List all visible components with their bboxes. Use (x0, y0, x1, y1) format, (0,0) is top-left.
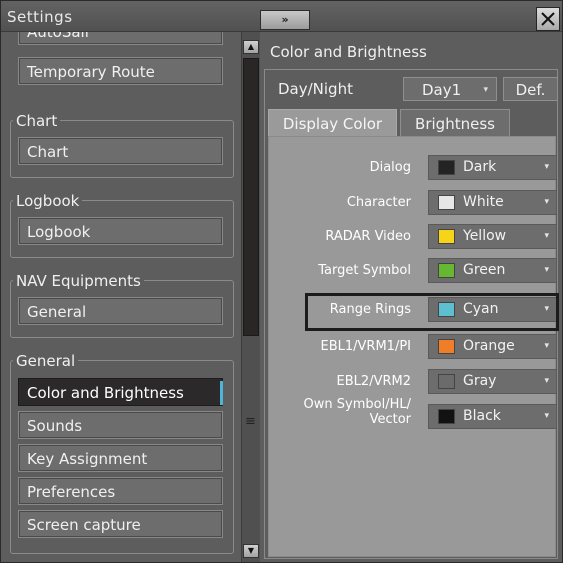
color-select[interactable]: Dark ▾ (428, 155, 557, 180)
nav-item-chart[interactable]: Chart (18, 137, 223, 165)
chevron-down-icon: ▾ (544, 341, 549, 351)
color-brightness-panel: Color and Brightness Day/Night Day1 ▾ De… (260, 32, 562, 562)
group-label-logbook: Logbook (13, 192, 83, 210)
chevron-down-icon: ▾ (544, 231, 549, 241)
close-button[interactable] (536, 7, 560, 31)
color-row-label: Own Symbol/HL/Vector (261, 397, 411, 427)
color-select[interactable]: Orange ▾ (428, 334, 557, 359)
group-label-general: General (13, 352, 79, 370)
panel-title: Color and Brightness (270, 43, 427, 61)
color-swatch (438, 263, 455, 278)
color-swatch (438, 374, 455, 389)
color-row-label: Character (346, 195, 411, 210)
scroll-up-icon[interactable]: ▲ (243, 40, 259, 54)
daynight-value: Day1 (422, 81, 462, 99)
tab-display-color[interactable]: Display Color (268, 109, 397, 137)
nav-item-screen-capture[interactable]: Screen capture (18, 510, 223, 538)
color-row-label: Target Symbol (318, 263, 411, 278)
color-select[interactable]: White ▾ (428, 190, 557, 215)
color-swatch (438, 229, 455, 244)
range-rings-highlight (305, 293, 559, 331)
scroll-thumb[interactable] (243, 58, 259, 336)
group-label-nav-equipments: NAV Equipments (13, 272, 144, 290)
selection-indicator (220, 381, 223, 405)
chevron-down-icon: ▾ (544, 162, 549, 172)
nav-item-logbook[interactable]: Logbook (18, 217, 223, 245)
color-swatch (438, 160, 455, 175)
settings-window: Settings » AutoSail Temporary Route Char… (0, 0, 563, 563)
color-row-label: RADAR Video (325, 229, 411, 244)
color-select[interactable]: Yellow ▾ (428, 224, 557, 249)
nav-item-autosail[interactable]: AutoSail (18, 32, 223, 45)
color-swatch (438, 339, 455, 354)
nav-item-preferences[interactable]: Preferences (18, 477, 223, 505)
color-select[interactable]: Black ▾ (428, 404, 557, 429)
color-row-label: Dialog (369, 160, 411, 175)
nav-item-key-assignment[interactable]: Key Assignment (18, 444, 223, 472)
daynight-label: Day/Night (278, 80, 353, 98)
color-select-value: Yellow (463, 228, 507, 244)
chevron-down-icon: ▾ (544, 265, 549, 275)
chevron-down-icon: ▾ (544, 376, 549, 386)
title-bar: Settings » (1, 1, 562, 32)
chevron-down-icon: ▾ (483, 85, 488, 95)
window-title: Settings (7, 8, 73, 26)
color-swatch (438, 195, 455, 210)
nav-item-color-brightness[interactable]: Color and Brightness (18, 378, 223, 406)
color-row-label-line: Vector (369, 412, 411, 427)
scroll-down-icon[interactable]: ▼ (243, 544, 259, 558)
default-button[interactable]: Def. (503, 77, 558, 101)
color-row-label: EBL1/VRM1/PI (320, 339, 412, 354)
color-row-label: EBL2/VRM2 (336, 374, 411, 389)
color-select-value: Dark (463, 159, 497, 175)
color-select-value: Gray (463, 373, 497, 389)
chevron-down-icon: ▾ (544, 197, 549, 207)
scroll-grip-icon: ≡ (245, 414, 256, 429)
nav-item-general-nav[interactable]: General (18, 297, 223, 325)
color-select-value: Black (463, 408, 501, 424)
color-select[interactable]: Green ▾ (428, 258, 557, 283)
display-color-list: Dialog Dark ▾ Character White ▾ RADAR Video Yel… (268, 136, 557, 557)
color-select-value: White (463, 194, 504, 210)
daynight-select[interactable]: Day1 ▾ (403, 77, 497, 101)
color-swatch (438, 409, 455, 424)
tab-brightness[interactable]: Brightness (400, 109, 510, 137)
nav-item-sounds[interactable]: Sounds (18, 411, 223, 439)
color-row-label-line: Own Symbol/HL/ (303, 397, 411, 412)
color-select-value: Orange (463, 338, 515, 354)
close-icon (541, 12, 555, 26)
chevron-down-icon: ▾ (544, 411, 549, 421)
settings-nav: AutoSail Temporary Route Chart Chart Log… (1, 32, 241, 562)
nav-scrollbar[interactable]: ▲ ≡ ▼ (241, 32, 260, 562)
nav-item-temporary-route[interactable]: Temporary Route (18, 57, 223, 85)
nav-item-label: Color and Brightness (27, 384, 184, 402)
pin-button[interactable]: » (260, 10, 310, 30)
group-label-chart: Chart (13, 112, 61, 130)
color-select-value: Green (463, 262, 506, 278)
color-select[interactable]: Gray ▾ (428, 369, 557, 394)
